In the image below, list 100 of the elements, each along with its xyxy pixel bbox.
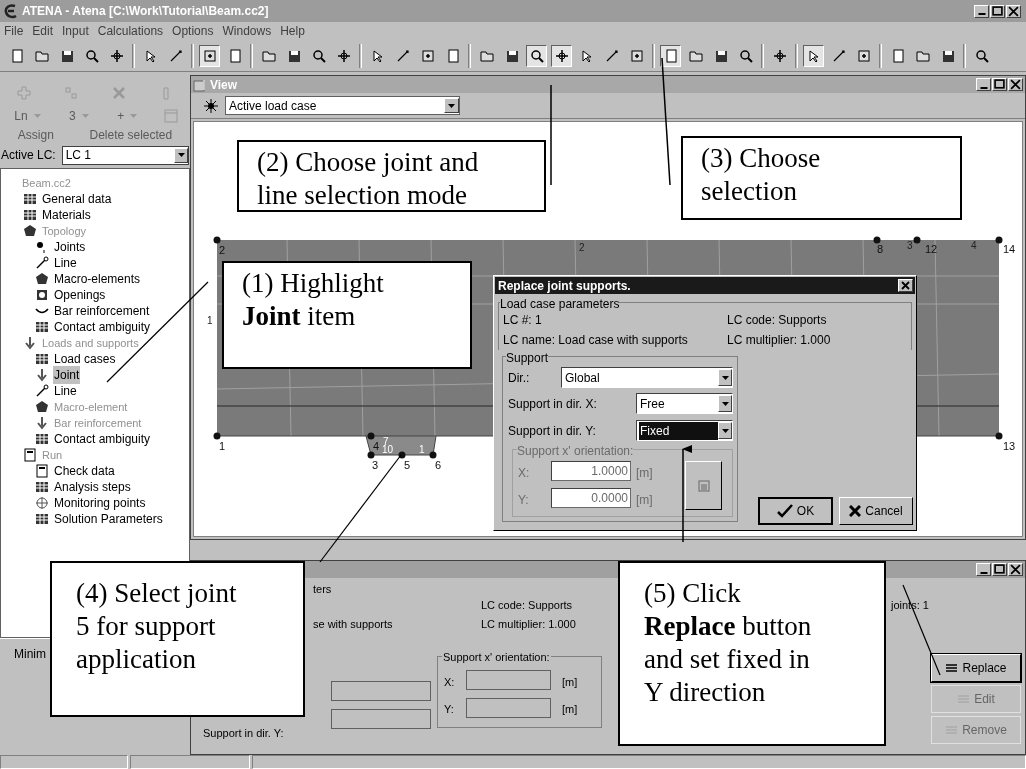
joint-marker[interactable] (213, 236, 221, 244)
dropdown[interactable]: Fixed (636, 420, 733, 441)
lc-code-text: LC code: Supports (727, 312, 827, 329)
joint-marker[interactable] (873, 236, 881, 244)
menu-item[interactable]: Help (280, 22, 305, 40)
toolbar-button[interactable] (526, 44, 547, 67)
active-lc-dropdown[interactable]: LC 1 (61, 145, 189, 165)
line-label: 1 (207, 315, 213, 326)
load-case-dropdown[interactable]: Active load case (225, 96, 460, 115)
dropdown[interactable]: 3 (67, 107, 91, 125)
unit-label: [m] (562, 702, 578, 717)
input-field[interactable] (331, 681, 431, 701)
line-label: 7 (383, 436, 389, 447)
tool-icon (110, 85, 127, 101)
calculator-icon (23, 448, 37, 462)
toolbar-button[interactable] (551, 44, 572, 67)
joint-marker[interactable] (367, 432, 375, 440)
tool-icon (737, 47, 754, 64)
joint-marker[interactable] (429, 451, 437, 459)
joint-marker[interactable] (398, 451, 406, 459)
tool-icon (83, 47, 100, 64)
lc-name-text: se with supports (313, 617, 393, 632)
dropdown[interactable]: Ln (12, 107, 43, 125)
panel-tab[interactable]: Minim (14, 647, 46, 661)
joint-marker[interactable] (913, 236, 921, 244)
unit-label: [m] (562, 675, 578, 690)
ok-button[interactable]: OK (758, 497, 833, 525)
caret-icon (721, 401, 729, 406)
joint-label: 14 (1003, 243, 1016, 255)
joint-marker[interactable] (995, 236, 1003, 244)
tool-icon (528, 47, 545, 64)
cancel-button[interactable]: Cancel (839, 497, 913, 525)
arrow-icon (35, 368, 49, 382)
field-label: Support in dir. X: (508, 396, 597, 413)
joint-marker[interactable] (367, 451, 375, 459)
line-label: 4 (971, 240, 977, 251)
callout-note: (1) Highlight Joint item (222, 261, 472, 369)
delete-selected-button[interactable]: Delete selected (89, 126, 173, 144)
support-y-label: Support in dir. Y: (203, 726, 284, 741)
line-icon (35, 256, 49, 270)
menu-item[interactable]: Calculations (97, 22, 164, 40)
menu-item[interactable]: Windows (222, 22, 272, 40)
table-icon (23, 208, 37, 222)
toolbar-button[interactable] (660, 44, 681, 67)
table-icon (35, 352, 49, 366)
close-button[interactable] (1008, 78, 1023, 91)
assign-button[interactable]: Assign (17, 126, 54, 144)
callout-note: (5) Click Replace button and set fixed in Y direction (618, 561, 886, 746)
active-lc-label: Active LC: (1, 147, 56, 164)
caret-icon (130, 114, 138, 118)
dropdown[interactable]: Free (636, 393, 733, 414)
y-field[interactable] (466, 698, 551, 718)
maximize-button[interactable] (990, 4, 1005, 18)
toolbar-button[interactable] (803, 44, 824, 67)
maximize-button[interactable] (992, 563, 1007, 576)
window-icon (163, 109, 178, 123)
close-button[interactable] (898, 279, 913, 292)
minimize-icon (979, 86, 988, 89)
input-field[interactable] (331, 709, 431, 729)
menu-item[interactable]: Input (62, 22, 89, 40)
x-field[interactable] (466, 670, 551, 690)
dropdown[interactable]: Global (561, 367, 733, 388)
dropdown[interactable]: + (115, 107, 140, 125)
y-label: Y: (444, 702, 454, 717)
table-icon (23, 192, 37, 206)
joint-label: 12 (925, 243, 938, 255)
minimize-icon (979, 571, 988, 574)
minimize-button[interactable] (976, 563, 991, 576)
menu-item[interactable]: Options (172, 22, 214, 40)
table-icon (35, 432, 49, 446)
checkmark-icon (776, 504, 793, 518)
joint-label: 8 (877, 243, 884, 255)
lc-number-text: LC #: 1 (503, 312, 542, 329)
line-label: 3 (907, 240, 913, 251)
tool-icon (628, 47, 645, 64)
tool-icon (310, 47, 327, 64)
minimize-button[interactable] (976, 78, 991, 91)
replace-edit-remove-button[interactable]: Replace (931, 654, 1021, 682)
x-label: X: (444, 675, 455, 690)
joint-label: 5 (404, 459, 411, 471)
line-label: 2 (579, 242, 585, 253)
joint-marker[interactable] (995, 432, 1003, 440)
lc-code-text: LC code: Supports (481, 598, 573, 613)
toolbar-button[interactable] (199, 44, 220, 67)
tool-icon (108, 47, 125, 64)
view-title: View (210, 76, 238, 94)
close-button[interactable] (1006, 4, 1021, 18)
square-hole-icon (35, 288, 49, 302)
close-icon (1010, 79, 1021, 90)
maximize-icon (994, 564, 1005, 575)
menu-item[interactable]: File (4, 22, 24, 40)
minimize-button[interactable] (974, 4, 989, 18)
window-title: ATENA - Atena [C:\Work\Tutorial\Beam.cc2] (22, 3, 269, 20)
joint-marker[interactable] (213, 432, 221, 440)
menu-item[interactable]: Edit (32, 22, 54, 40)
line-label: 10 (382, 444, 394, 455)
field-label: Support in dir. Y: (508, 423, 596, 440)
calculator-icon (697, 479, 710, 492)
maximize-button[interactable] (992, 78, 1007, 91)
close-button[interactable] (1008, 563, 1023, 576)
